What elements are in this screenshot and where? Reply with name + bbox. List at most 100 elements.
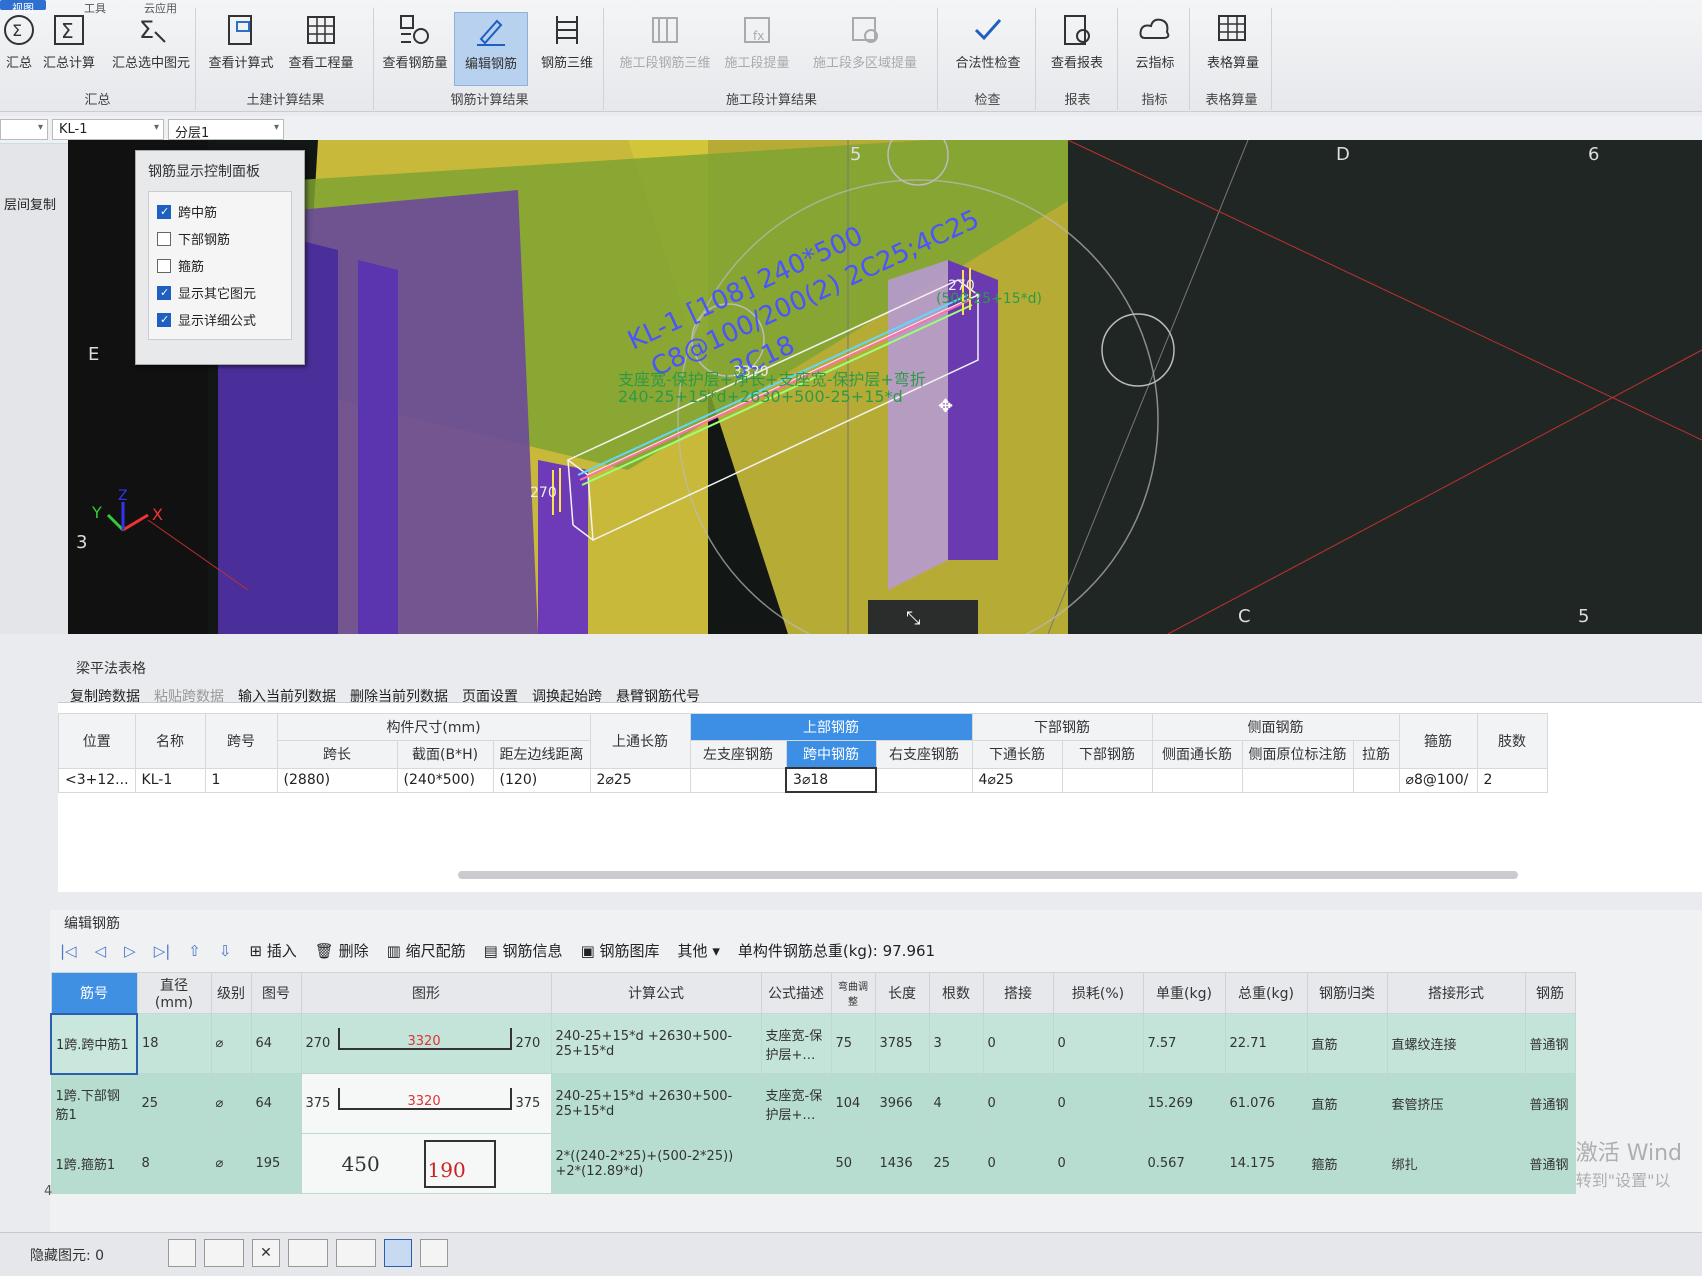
summary-calc-button[interactable]: Σ 汇总计算	[32, 12, 106, 82]
cell-section[interactable]: (240*500)	[396, 767, 494, 793]
cell-lap[interactable]: 0	[982, 1013, 1054, 1074]
checkbox-mid-rebar[interactable]	[157, 204, 171, 219]
cell-loss[interactable]: 0	[1052, 1013, 1144, 1074]
cell-grade[interactable]: ⌀	[210, 1073, 252, 1134]
view-rebar-button[interactable]: 查看钢筋量	[378, 12, 452, 82]
cell-length[interactable]: 3966	[874, 1073, 930, 1134]
view-quantity-button[interactable]: 查看工程量	[284, 12, 358, 82]
cell-formula-desc[interactable]	[760, 1133, 832, 1194]
floor-copy-item[interactable]: 层间复制	[4, 194, 56, 213]
rebar-3d-button[interactable]: 钢筋三维	[530, 12, 604, 82]
shape-mid-length[interactable]: 3320	[408, 1034, 441, 1049]
horizontal-scrollbar[interactable]	[458, 871, 1518, 879]
cell-length[interactable]: 1436	[874, 1133, 930, 1194]
arc-snap-icon[interactable]	[420, 1239, 448, 1267]
cell-unit-weight[interactable]: 7.57	[1142, 1013, 1226, 1074]
summary-selected-button[interactable]: Σ 汇总选中图元	[104, 12, 198, 82]
stage-quantity-button[interactable]: fx 施工段提量	[720, 12, 794, 82]
other-button[interactable]: 其他 ▾	[678, 940, 720, 961]
collapse-view-button[interactable]	[868, 600, 978, 634]
checkbox-other-elements[interactable]	[157, 285, 171, 300]
edit-rebar-button[interactable]: 编辑钢筋	[454, 12, 528, 86]
cell-name[interactable]: KL-1	[134, 767, 206, 793]
cell-bar-name[interactable]: 1跨.箍筋1	[50, 1133, 138, 1194]
rebar-info-button[interactable]: ▤ 钢筋信息	[484, 940, 563, 961]
option-detailed-formula[interactable]: 显示详细公式	[157, 306, 283, 333]
cell-lap[interactable]: 0	[982, 1073, 1054, 1134]
3d-viewport[interactable]: X Y Z 5 D 6 E 3 4 C 5 KL-1 [108] 240*500…	[68, 140, 1702, 634]
cell-category[interactable]: 直筋	[1306, 1073, 1388, 1134]
cell-length[interactable]: 3785	[874, 1013, 930, 1074]
move-up-icon[interactable]: ⇧	[188, 942, 201, 960]
scale-rebar-button[interactable]: ▥ 缩尺配筋	[387, 940, 466, 961]
cell-total-weight[interactable]: 22.71	[1224, 1013, 1308, 1074]
component-select[interactable]: KL-1	[52, 119, 164, 140]
cell-bottom-rebar[interactable]	[1061, 767, 1153, 793]
cell-diameter[interactable]: 8	[136, 1133, 212, 1194]
cell-span-no[interactable]: 1	[204, 767, 278, 793]
angle-snap-icon[interactable]	[288, 1239, 328, 1267]
cell-formula[interactable]: 2*((240-2*25)+(500-2*25)) +2*(12.89*d)	[550, 1133, 762, 1194]
cell-span-length[interactable]: (2880)	[276, 767, 398, 793]
cross-snap-icon[interactable]: ✕	[252, 1239, 280, 1267]
stirrup-width[interactable]: 190	[428, 1158, 466, 1182]
option-bottom-rebar[interactable]: 下部钢筋	[157, 225, 283, 252]
table-row[interactable]: 1跨.箍筋1 8 ⌀ 195 450 190 2*((240-2*25)+(50…	[50, 1133, 1576, 1194]
stage-rebar-3d-button[interactable]: 施工段钢筋三维	[618, 12, 712, 82]
cell-shape[interactable]: 375 3320 375	[300, 1073, 552, 1134]
shape-mid-length[interactable]: 3320	[408, 1094, 441, 1109]
table-calc-button[interactable]: 表格算量	[1196, 12, 1270, 82]
cell-formula[interactable]: 240-25+15*d +2630+500-25+15*d	[550, 1073, 762, 1134]
cell-side-original[interactable]	[1241, 767, 1354, 793]
cell-fig-no[interactable]: 195	[250, 1133, 302, 1194]
cell-shape[interactable]: 270 3320 270	[300, 1013, 552, 1074]
cell-left-distance[interactable]: (120)	[492, 767, 591, 793]
cell-fig-no[interactable]: 64	[250, 1013, 302, 1074]
cell-position[interactable]: <3+12...	[58, 767, 136, 793]
option-mid-rebar[interactable]: 跨中筋	[157, 198, 283, 225]
prev-icon[interactable]: ◁	[95, 942, 107, 960]
cell-left-support[interactable]	[689, 767, 787, 793]
first-icon[interactable]: |◁	[60, 942, 77, 960]
cell-lap-form[interactable]: 套管挤压	[1386, 1073, 1526, 1134]
legality-check-button[interactable]: 合法性检查	[944, 12, 1032, 82]
cell-grade[interactable]: ⌀	[210, 1013, 252, 1074]
cell-rebar-type[interactable]: 普通钢	[1524, 1073, 1576, 1134]
option-other-elements[interactable]: 显示其它图元	[157, 279, 283, 306]
cell-count[interactable]: 3	[928, 1013, 984, 1074]
cell-stirrup[interactable]: ⌀8@100/	[1398, 767, 1478, 793]
cell-loss[interactable]: 0	[1052, 1133, 1144, 1194]
cell-category[interactable]: 直筋	[1306, 1013, 1388, 1074]
next-icon[interactable]: ▷	[124, 942, 136, 960]
cell-bar-name[interactable]: 1跨.跨中筋1	[50, 1012, 138, 1075]
table-row[interactable]: 1跨.跨中筋1 18 ⌀ 64 270 3320 270 240-25+15*d…	[50, 1012, 1576, 1075]
view-formula-button[interactable]: 查看计算式	[204, 12, 278, 82]
corner-snap-icon[interactable]	[168, 1239, 196, 1267]
delete-button[interactable]: 🗑 删除	[315, 940, 369, 961]
cell-rebar-type[interactable]: 普通钢	[1524, 1013, 1576, 1074]
type-select[interactable]	[0, 119, 48, 140]
cell-count[interactable]: 25	[928, 1133, 984, 1194]
cell-legs[interactable]: 2	[1476, 767, 1548, 793]
view-report-button[interactable]: 查看报表	[1040, 12, 1114, 82]
cell-bend-adjust[interactable]: 50	[830, 1133, 876, 1194]
cell-tie[interactable]	[1352, 767, 1400, 793]
move-down-icon[interactable]: ⇩	[219, 942, 232, 960]
rebar-library-button[interactable]: ▣ 钢筋图库	[581, 940, 660, 961]
cell-side-through[interactable]	[1151, 767, 1243, 793]
last-icon[interactable]: ▷|	[154, 942, 171, 960]
cell-formula-desc[interactable]: 支座宽-保护层+…	[760, 1073, 832, 1134]
option-stirrup[interactable]: 箍筋	[157, 252, 283, 279]
grid-snap-icon[interactable]	[384, 1239, 412, 1267]
cell-count[interactable]: 4	[928, 1073, 984, 1134]
cell-formula[interactable]: 240-25+15*d +2630+500-25+15*d	[550, 1013, 762, 1074]
stage-multi-button[interactable]: 施工段多区域提量	[806, 12, 924, 82]
checkbox-bottom-rebar[interactable]	[157, 231, 171, 246]
cell-right-support[interactable]	[875, 767, 973, 793]
cell-bend-adjust[interactable]: 75	[830, 1013, 876, 1074]
cell-shape[interactable]: 450 190	[300, 1133, 552, 1194]
cell-lap-form[interactable]: 直螺纹连接	[1386, 1013, 1526, 1074]
layer-select[interactable]: 分层1	[168, 119, 284, 141]
cloud-index-button[interactable]: 云指标	[1118, 12, 1192, 82]
checkbox-stirrup[interactable]	[157, 258, 171, 273]
